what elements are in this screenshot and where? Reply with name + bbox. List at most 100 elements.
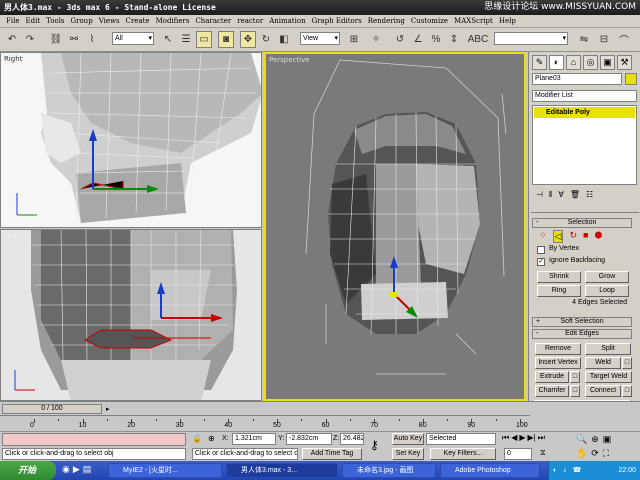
create-tab-icon[interactable]: ✎ (532, 55, 547, 70)
menu-tools[interactable]: Tools (43, 15, 67, 27)
pin-stack-icon[interactable]: ⊣ (536, 190, 543, 204)
menu-views[interactable]: Views (96, 15, 123, 27)
reference-coordinate-dropdown[interactable]: View (300, 32, 340, 45)
selection-rollout-header[interactable]: - Selection (532, 218, 632, 228)
show-end-result-icon[interactable]: ⫴ (549, 190, 552, 204)
maximize-viewport-icon[interactable]: ⛶ (603, 448, 609, 459)
weld-button[interactable]: Weld (585, 357, 621, 369)
x-coordinate-field[interactable]: 1.321cm (232, 433, 276, 445)
weld-settings-icon[interactable]: □ (622, 357, 632, 369)
pan-icon[interactable]: ✋ (576, 448, 587, 459)
window-crossing-icon[interactable]: ◙ (218, 31, 234, 48)
lock-selection-icon[interactable]: 🔒 (192, 434, 202, 443)
zoom-extents-icon[interactable]: ▣ (603, 434, 612, 445)
play-icon[interactable]: ▶ (519, 433, 525, 443)
folder-icon[interactable]: ▤ (83, 464, 92, 475)
select-by-name-icon[interactable]: ☰ (178, 31, 194, 48)
task-3dsmax[interactable]: 男人体3.max - 3... (226, 463, 338, 478)
motion-tab-icon[interactable]: ◎ (583, 55, 598, 70)
connect-settings-icon[interactable]: □ (622, 385, 632, 397)
maxscript-listener-bar[interactable] (2, 433, 186, 446)
edit-edges-rollout-header[interactable]: - Edit Edges (532, 329, 632, 339)
soft-selection-rollout-header[interactable]: + Soft Selection (532, 317, 632, 327)
z-coordinate-field[interactable]: 26.482cr (340, 433, 364, 445)
insert-vertex-button[interactable]: Insert Vertex (535, 357, 581, 369)
select-object-icon[interactable]: ↖ (160, 31, 176, 48)
make-unique-icon[interactable]: ∀ (558, 190, 563, 204)
align-icon[interactable]: ⊟ (596, 31, 612, 48)
hierarchy-tab-icon[interactable]: ⌂ (566, 55, 581, 70)
remove-button[interactable]: Remove (535, 343, 581, 355)
curve-editor-icon[interactable]: ⌒ (616, 31, 632, 48)
auto-key-button[interactable]: Auto Key (392, 433, 424, 445)
polygon-level-icon[interactable]: ■ (583, 230, 588, 243)
start-button[interactable]: 开始 (0, 461, 56, 480)
current-frame-field[interactable]: 0 (504, 448, 532, 460)
go-to-end-icon[interactable]: ⏭ (538, 433, 545, 443)
viewport-perspective[interactable]: Perspective (264, 52, 526, 401)
edge-level-icon[interactable]: ◁ (552, 230, 564, 243)
tray-icons[interactable]: ◐ ♪ ☎ (549, 461, 583, 480)
task-myie2[interactable]: MyIE2 - [火星时... (108, 463, 222, 478)
menu-maxscript[interactable]: MAXScript (451, 15, 496, 27)
vertex-level-icon[interactable]: ⁘ (539, 230, 547, 243)
chamfer-button[interactable]: Chamfer (535, 385, 569, 397)
by-vertex-checkbox[interactable] (537, 246, 545, 254)
split-button[interactable]: Split (585, 343, 631, 355)
utilities-tab-icon[interactable]: ⚒ (617, 55, 632, 70)
remove-modifier-icon[interactable]: 🗑 (570, 190, 580, 204)
stack-item-editable-poly[interactable]: Editable Poly (534, 107, 635, 118)
loop-button[interactable]: Loop (585, 285, 629, 297)
menu-group[interactable]: Group (68, 15, 96, 27)
zoom-icon[interactable]: 🔍 (576, 434, 587, 445)
percent-snap-icon[interactable]: % (428, 31, 444, 48)
extrude-button[interactable]: Extrude (535, 371, 569, 383)
absolute-mode-icon[interactable]: ⊕ (208, 434, 215, 443)
angle-snap-icon[interactable]: ∠ (410, 31, 426, 48)
menu-graph-editors[interactable]: Graph Editors (309, 15, 365, 27)
task-photoshop[interactable]: Adobe Photoshop (440, 463, 540, 478)
go-to-start-icon[interactable]: ⏮ (502, 433, 509, 443)
pivot-center-icon[interactable]: ⊞ (346, 31, 362, 48)
menu-help[interactable]: Help (496, 15, 519, 27)
named-selection-icon[interactable]: ABC (468, 31, 489, 48)
set-key-button[interactable]: Set Key (392, 448, 424, 460)
element-level-icon[interactable]: ⬢ (594, 230, 602, 243)
slider-next-icon[interactable]: ▸ (106, 405, 114, 413)
menu-reactor[interactable]: reactor (234, 15, 266, 27)
key-icon[interactable]: ⚷ (370, 438, 379, 452)
rectangular-selection-icon[interactable]: ▭ (196, 31, 212, 48)
display-tab-icon[interactable]: ▣ (600, 55, 615, 70)
chamfer-settings-icon[interactable]: □ (570, 385, 580, 397)
viewport-front[interactable]: Front (0, 229, 262, 401)
select-and-move-icon[interactable]: ✥ (240, 31, 256, 48)
shrink-button[interactable]: Shrink (537, 271, 581, 283)
modifier-stack-list[interactable]: Editable Poly (532, 105, 637, 185)
viewport-right[interactable]: Right (0, 52, 262, 228)
border-level-icon[interactable]: ↻ (569, 230, 577, 243)
y-coordinate-field[interactable]: -2.832cm (286, 433, 332, 445)
modifier-list-dropdown[interactable]: Modifier List (532, 90, 637, 102)
select-and-manipulate-icon[interactable]: ✧ (368, 31, 384, 48)
menu-animation[interactable]: Animation (266, 15, 308, 27)
select-and-link-icon[interactable]: ⛓ (48, 31, 64, 48)
time-slider[interactable]: 0 / 100 (2, 404, 102, 414)
connect-button[interactable]: Connect (585, 385, 621, 397)
object-name-field[interactable]: Plane03 (532, 73, 622, 85)
viewport-label[interactable]: Right (4, 55, 22, 63)
configure-sets-icon[interactable]: ☷ (586, 190, 593, 204)
viewport-label[interactable]: Perspective (269, 56, 310, 64)
next-frame-icon[interactable]: ▶| (528, 433, 536, 443)
key-filters-button[interactable]: Key Filters... (430, 448, 496, 460)
mirror-icon[interactable]: ⇋ (576, 31, 592, 48)
unlink-icon[interactable]: ⚯ (66, 31, 82, 48)
media-icon[interactable]: ▶ (73, 464, 80, 475)
menu-modifiers[interactable]: Modifiers (153, 15, 193, 27)
ring-button[interactable]: Ring (537, 285, 581, 297)
time-configuration-icon[interactable]: ⧖ (540, 448, 546, 458)
menu-customize[interactable]: Customize (408, 15, 451, 27)
extrude-settings-icon[interactable]: □ (570, 371, 580, 383)
selection-filter-dropdown[interactable]: All (112, 32, 154, 45)
grow-button[interactable]: Grow (585, 271, 629, 283)
menu-create[interactable]: Create (123, 15, 153, 27)
